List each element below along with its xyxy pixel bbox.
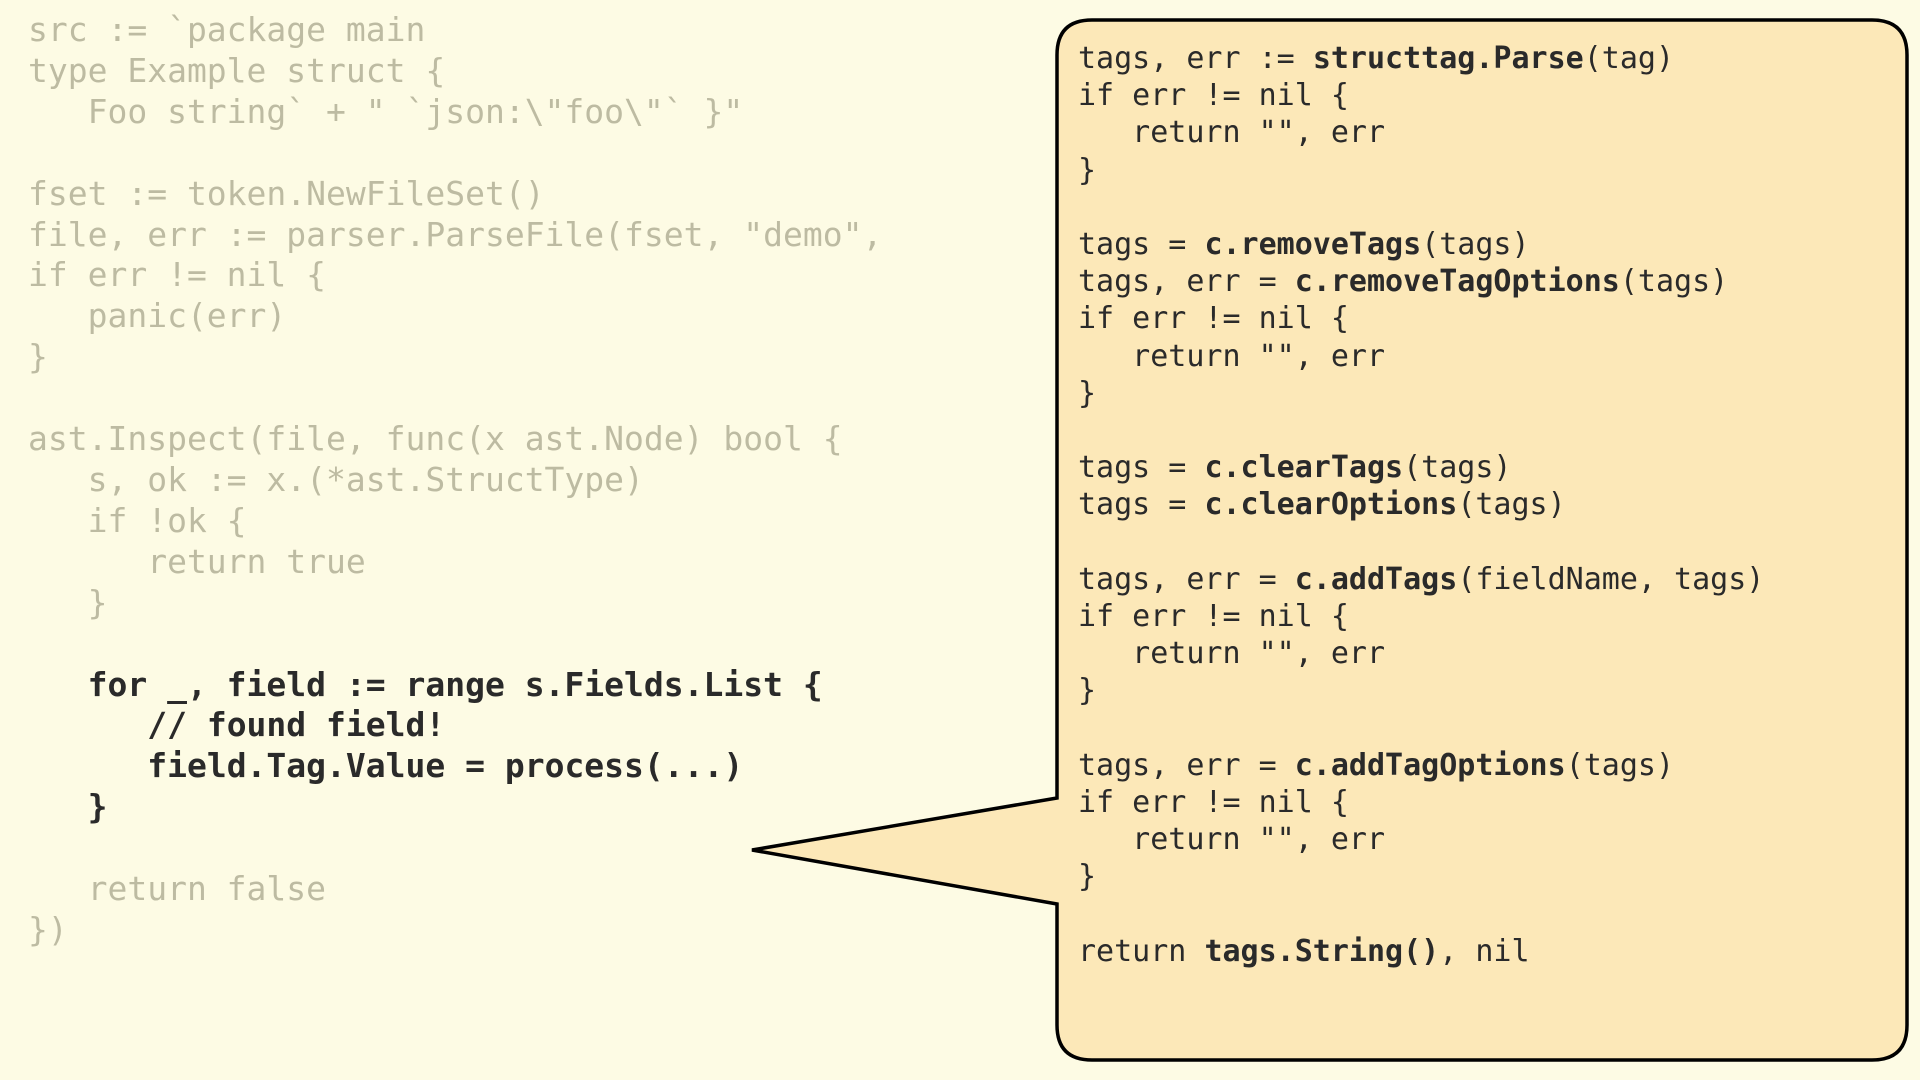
code-line: (tags) — [1403, 450, 1511, 485]
code-line: tags, err = — [1078, 748, 1295, 783]
code-bold: c.removeTagOptions — [1295, 264, 1620, 299]
code-line: } — [28, 583, 107, 622]
code-line-highlight: // found field! — [147, 705, 445, 744]
code-line: , nil — [1439, 934, 1529, 969]
code-line: (fieldName, tags) — [1457, 562, 1764, 597]
code-bold: structtag.Parse — [1313, 41, 1584, 76]
code-line: (tags) — [1421, 227, 1529, 262]
code-line: } — [1078, 859, 1096, 894]
code-line: tags = — [1078, 487, 1204, 522]
code-line: } — [1078, 673, 1096, 708]
code-line-highlight: } — [88, 787, 108, 826]
code-line: panic(err) — [28, 296, 286, 335]
code-line — [28, 746, 147, 785]
code-line: fset := token.NewFileSet() — [28, 174, 545, 213]
code-line: tags, err := — [1078, 41, 1313, 76]
code-line: return — [1078, 934, 1204, 969]
code-line: (tags) — [1620, 264, 1728, 299]
code-line-highlight: field.Tag.Value = process(...) — [147, 746, 743, 785]
code-line: } — [1078, 376, 1096, 411]
code-line: if err != nil { — [28, 255, 326, 294]
code-line: if err != nil { — [1078, 301, 1349, 336]
code-line: if err != nil { — [1078, 599, 1349, 634]
code-line: src := `package main — [28, 10, 425, 49]
code-line: return true — [28, 542, 366, 581]
code-line: (tag) — [1584, 41, 1674, 76]
code-line: return "", err — [1078, 339, 1385, 374]
code-line: Foo string` + " `json:\"foo\"` }" — [28, 92, 743, 131]
slide: src := `package main type Example struct… — [0, 0, 1920, 1080]
code-bold: c.addTagOptions — [1295, 748, 1566, 783]
code-line: if err != nil { — [1078, 78, 1349, 113]
code-line: }) — [28, 910, 68, 949]
code-line — [28, 665, 88, 704]
code-line: s, ok := x.(*ast.StructType) — [28, 460, 644, 499]
code-line — [28, 787, 88, 826]
code-line: (tags) — [1457, 487, 1565, 522]
code-line: if !ok { — [28, 501, 247, 540]
code-line: if err != nil { — [1078, 785, 1349, 820]
code-line: tags, err = — [1078, 264, 1295, 299]
code-line: return "", err — [1078, 822, 1385, 857]
code-line: tags = — [1078, 227, 1204, 262]
code-line: return "", err — [1078, 115, 1385, 150]
code-line — [28, 705, 147, 744]
code-bold: c.addTags — [1295, 562, 1458, 597]
code-line: return "", err — [1078, 636, 1385, 671]
code-bold: c.clearOptions — [1204, 487, 1457, 522]
callout-code-block: tags, err := structtag.Parse(tag) if err… — [1078, 40, 1888, 970]
code-line: tags = — [1078, 450, 1204, 485]
code-line: tags, err = — [1078, 562, 1295, 597]
code-line: } — [28, 337, 48, 376]
code-line: return false — [28, 869, 326, 908]
code-bold: tags.String() — [1204, 934, 1439, 969]
code-bold: c.removeTags — [1204, 227, 1421, 262]
code-line: } — [1078, 153, 1096, 188]
code-line: type Example struct { — [28, 51, 445, 90]
code-bold: c.clearTags — [1204, 450, 1403, 485]
code-line: (tags) — [1566, 748, 1674, 783]
